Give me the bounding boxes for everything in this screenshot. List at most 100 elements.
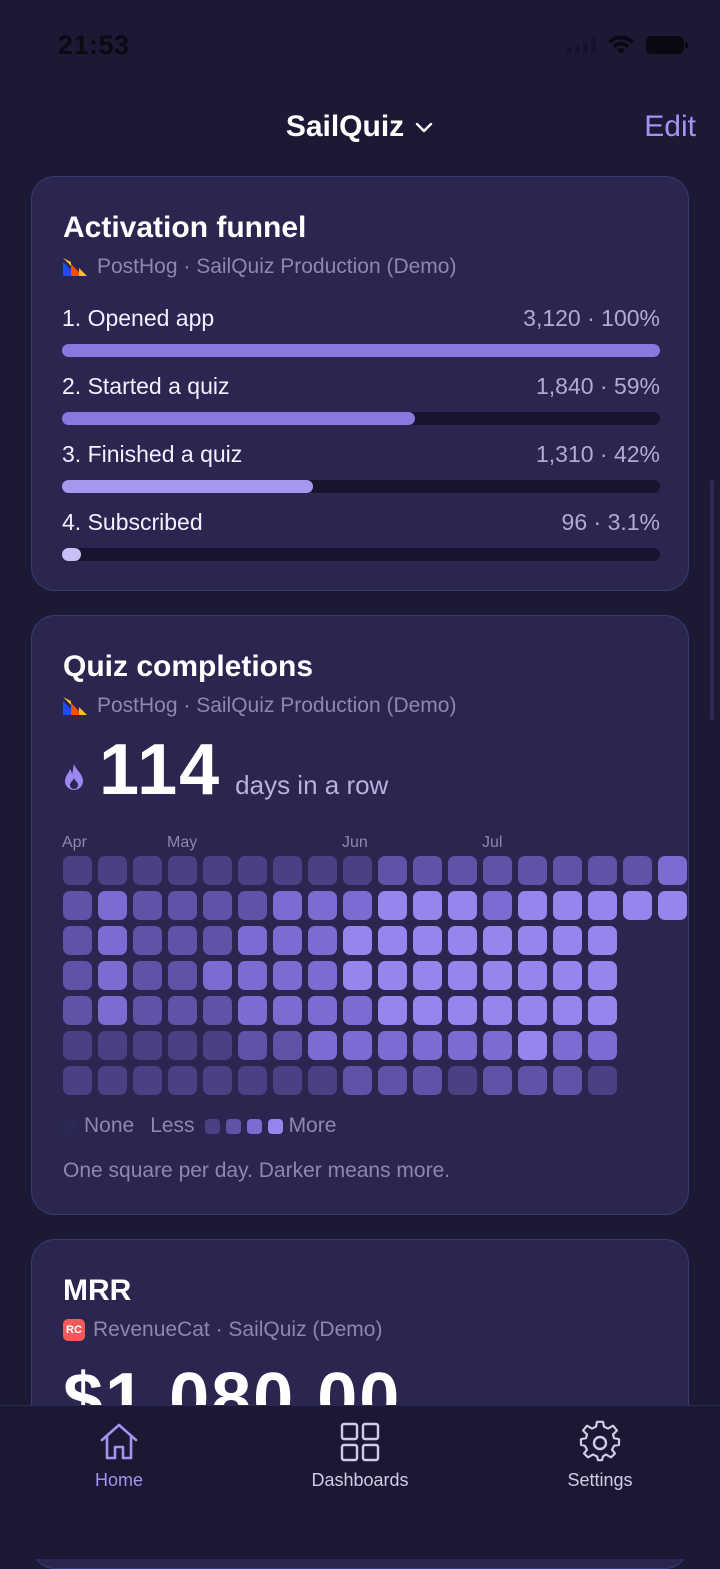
heatmap-cell: [98, 961, 127, 990]
posthog-logo-icon: [63, 258, 87, 276]
heatmap-cell: [343, 891, 372, 920]
heatmap-cell: [553, 961, 582, 990]
heatmap-cell: [413, 926, 442, 955]
heatmap-cell: [518, 961, 547, 990]
funnel-step: 2. Started a quiz 1,840 · 59%: [62, 373, 660, 425]
source-text: RevenueCat · SailQuiz (Demo): [93, 1318, 383, 1341]
heatmap-cell: [553, 856, 582, 885]
month-label: Jun: [342, 834, 368, 851]
heatmap-cell: [133, 996, 162, 1025]
heatmap-cell: [588, 1031, 617, 1060]
heatmap-cell: [553, 1031, 582, 1060]
heatmap-cell: [203, 996, 232, 1025]
heatmap-cell: [483, 996, 512, 1025]
heatmap-cell: [203, 891, 232, 920]
heatmap-cell: [623, 891, 652, 920]
heatmap-cell: [98, 891, 127, 920]
tab-dashboards[interactable]: Dashboards: [270, 1420, 450, 1491]
heatmap-cell: [308, 961, 337, 990]
revenuecat-logo-icon: RC: [63, 1319, 85, 1341]
heatmap-cell: [378, 996, 407, 1025]
legend-swatch: [267, 1118, 283, 1134]
funnel-card[interactable]: Activation funnel PostHog · SailQuiz Pro…: [31, 176, 689, 591]
heatmap-cell: [413, 1066, 442, 1095]
heatmap-cell: [378, 961, 407, 990]
home-icon: [100, 1423, 138, 1460]
heatmap-cell: [308, 1066, 337, 1095]
card-title: MRR: [63, 1274, 132, 1307]
funnel-step: 1. Opened app 3,120 · 100%: [62, 305, 660, 357]
scroll-indicator[interactable]: [710, 480, 714, 720]
funnel-step-label: 1. Opened app: [62, 305, 215, 331]
heatmap-cell: [483, 961, 512, 990]
heatmap-cell: [168, 1066, 197, 1095]
funnel-bar-fill: [62, 480, 314, 493]
streak-number: 114: [99, 730, 222, 810]
funnel-step-label: 3. Finished a quiz: [62, 441, 243, 467]
tab-label: Home: [94, 1470, 143, 1490]
legend-swatch: [246, 1118, 262, 1134]
heatmap-cell: [203, 1066, 232, 1095]
chevron-down-icon: [415, 122, 433, 133]
heatmap-cell: [658, 856, 687, 885]
heatmap-cell: [168, 891, 197, 920]
heatmap-cell: [133, 926, 162, 955]
edit-button[interactable]: Edit: [644, 110, 696, 144]
funnel-bar-track: [62, 412, 660, 425]
heatmap-cell: [308, 996, 337, 1025]
heatmap-cell: [238, 856, 267, 885]
heatmap-cell: [518, 856, 547, 885]
wifi-icon: [608, 35, 634, 54]
heatmap-cell: [273, 856, 302, 885]
heatmap-cell: [588, 891, 617, 920]
funnel-step-value: 3,120 · 100%: [523, 305, 660, 331]
grid-icon: [340, 1422, 380, 1462]
flame-icon: [65, 764, 83, 790]
tab-settings[interactable]: Settings: [510, 1420, 690, 1491]
heatmap-cell: [553, 1066, 582, 1095]
heatmap-cell: [238, 996, 267, 1025]
heatmap-cell: [273, 961, 302, 990]
heatmap-cell: [553, 996, 582, 1025]
app-switcher[interactable]: SailQuiz: [0, 110, 720, 144]
heatmap-cell: [378, 856, 407, 885]
status-bar: 21:53: [0, 0, 720, 92]
legend-none: None: [84, 1114, 135, 1137]
source-text: PostHog · SailQuiz Production (Demo): [97, 255, 457, 278]
heatmap-cell: [448, 891, 477, 920]
heatmap-cell: [308, 1031, 337, 1060]
card-title: Activation funnel: [63, 211, 307, 244]
tab-bar: Home Dashboards Settings: [0, 1405, 720, 1559]
tab-home[interactable]: Home: [29, 1420, 209, 1491]
funnel-step-label: 2. Started a quiz: [62, 373, 230, 399]
heatmap-cell: [378, 1066, 407, 1095]
heatmap-cell: [343, 1031, 372, 1060]
heatmap-cell: [273, 891, 302, 920]
completions-card[interactable]: Quiz completions PostHog · SailQuiz Prod…: [31, 615, 689, 1215]
heatmap-cell: [483, 891, 512, 920]
heatmap-cell: [518, 996, 547, 1025]
legend-swatch: [204, 1118, 220, 1134]
heatmap-cell: [518, 926, 547, 955]
heatmap-cell: [98, 926, 127, 955]
cellular-signal-icon: [567, 37, 596, 53]
heatmap-cell: [168, 926, 197, 955]
tab-label: Settings: [567, 1470, 633, 1490]
funnel-bar-track: [62, 344, 660, 357]
heatmap-cell: [343, 926, 372, 955]
heatmap-cell: [518, 891, 547, 920]
heatmap-cell: [378, 1031, 407, 1060]
heatmap-cell: [378, 891, 407, 920]
heatmap-cell: [448, 856, 477, 885]
heatmap-cell: [588, 856, 617, 885]
card-source: RC RevenueCat · SailQuiz (Demo): [63, 1318, 382, 1342]
heatmap: [63, 856, 687, 1101]
heatmap-cell: [238, 1031, 267, 1060]
heatmap-cell: [273, 1031, 302, 1060]
heatmap-cell: [413, 891, 442, 920]
heatmap-cell: [413, 996, 442, 1025]
heatmap-cell: [133, 891, 162, 920]
heatmap-cell: [483, 1031, 512, 1060]
month-label: May: [167, 834, 198, 851]
heatmap-cell: [413, 1031, 442, 1060]
